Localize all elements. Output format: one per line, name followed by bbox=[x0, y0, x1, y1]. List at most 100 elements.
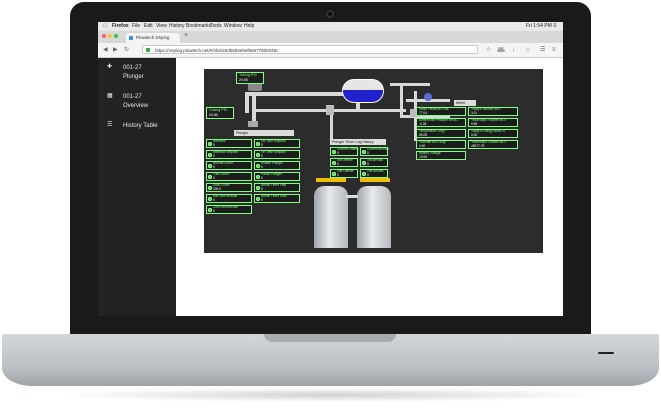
status-dot-icon bbox=[332, 150, 336, 154]
plunger-value: 0 bbox=[261, 186, 263, 191]
apple-menu-icon[interactable]:  bbox=[103, 22, 107, 31]
new-tab-button[interactable]: + bbox=[184, 32, 188, 39]
storage-tank-icon bbox=[357, 186, 391, 248]
status-dot-icon bbox=[256, 197, 260, 201]
menu-help[interactable]: Help bbox=[244, 22, 254, 31]
menu-file[interactable]: File bbox=[132, 22, 140, 31]
status-dot-icon bbox=[256, 186, 260, 190]
meter-cell: Today's Volume MCF 3.01 bbox=[468, 107, 518, 116]
reload-icon[interactable]: ↻ bbox=[124, 46, 129, 54]
meter-cell: Yesterday's Volume MCF 49677.79 bbox=[468, 140, 518, 149]
plunger-value: 0 bbox=[213, 142, 215, 147]
back-icon[interactable]: ◀ bbox=[103, 46, 108, 54]
plunger-label: Afterflow Setpoint bbox=[213, 150, 238, 154]
plunger-label: Off Time Setpoint bbox=[261, 139, 286, 143]
sidebar-item-label: 001-27 bbox=[123, 65, 142, 71]
plunger-panel-title: Plunger bbox=[234, 130, 294, 136]
forward-icon[interactable]: ▶ bbox=[113, 46, 118, 54]
sidebar-item-sublabel: Overview bbox=[123, 103, 149, 109]
meter-value: 3.01 bbox=[471, 110, 478, 115]
separator-tank-icon bbox=[342, 79, 384, 103]
meter-value: 0.00 bbox=[471, 132, 478, 137]
plunger-value: 0 bbox=[213, 164, 215, 169]
meter-value: 13.06 bbox=[419, 154, 427, 159]
meter-cell: Today's Energy MMBTU 0.00 bbox=[468, 129, 518, 138]
plunger-value: 0 bbox=[261, 197, 263, 202]
log-cell: 3rd Offtime 0 bbox=[330, 158, 358, 167]
meter-cell: Static Pressure PSIa 77.04 bbox=[416, 107, 466, 116]
plunger-value: 226.0 bbox=[213, 186, 221, 191]
sidebar-item-label: 001-27 bbox=[123, 94, 142, 100]
menu-window[interactable]: Window bbox=[224, 22, 242, 31]
extension-icon[interactable]: ☰ bbox=[540, 46, 545, 54]
log-value: 0 bbox=[367, 161, 369, 166]
tubing-psi-readout: Tubing PSI 24.80 bbox=[236, 72, 264, 84]
meter-value: 0.69 bbox=[471, 121, 478, 126]
laptop-screen:  Firefox File Edit View History Bookmar… bbox=[98, 22, 563, 316]
casing-psi-label: Casing PSI bbox=[209, 108, 227, 112]
log-label: 2nd Offtime bbox=[337, 169, 354, 173]
log-cell: 2nd Arrivals 0 bbox=[360, 169, 388, 178]
log-label: Current Offtime bbox=[337, 147, 359, 151]
meter-icon bbox=[424, 93, 432, 101]
maximize-window-icon[interactable] bbox=[114, 34, 118, 38]
menu-app-name[interactable]: Firefox bbox=[112, 22, 129, 31]
url-bar[interactable]: https://onping.plowtech.net/#/nbe/263b6b… bbox=[142, 45, 505, 54]
status-dot-icon bbox=[362, 172, 366, 176]
plunger-value: 0 bbox=[261, 142, 263, 147]
menu-icon[interactable]: ≡ bbox=[552, 46, 556, 54]
plunger-value: 0 bbox=[213, 197, 215, 202]
meter-cell: Battery Voltage 13.06 bbox=[416, 151, 466, 160]
status-dot-icon bbox=[256, 175, 260, 179]
close-window-icon[interactable] bbox=[102, 34, 106, 38]
plunger-value: 0 bbox=[213, 175, 215, 180]
valve-icon bbox=[248, 121, 258, 127]
lock-icon bbox=[146, 48, 150, 52]
plunger-cell: Enable Plunger 0 bbox=[254, 161, 300, 170]
log-panel-title: Plunger Timer Log History bbox=[330, 139, 386, 145]
plunger-label: Normal Count bbox=[213, 161, 233, 165]
plunger-cell: Arrival Timer Fast 0 bbox=[254, 183, 300, 192]
url-text: https://onping.plowtech.net/#/nbe/263b6b… bbox=[155, 48, 279, 53]
status-dot-icon bbox=[256, 164, 260, 168]
log-value: 0 bbox=[337, 150, 339, 155]
reader-icon[interactable]: ▤ bbox=[498, 46, 504, 54]
menubar-list-icon[interactable]: ≡ bbox=[553, 22, 557, 31]
browser-tab[interactable]: Plowtech Dsping bbox=[126, 33, 180, 43]
menu-bookmarks[interactable]: Bookmarks bbox=[186, 22, 211, 31]
menu-edit[interactable]: Edit bbox=[144, 22, 153, 31]
browser-tab-bar: Plowtech Dsping + bbox=[98, 31, 563, 43]
plunger-label: Fast Count bbox=[213, 172, 229, 176]
casing-psi-value: 24.80 bbox=[209, 113, 218, 117]
tank-level-bar bbox=[316, 178, 346, 182]
plunger-value: 0 bbox=[261, 175, 263, 180]
star-icon[interactable]: ☆ bbox=[486, 46, 491, 54]
meter-value: 49677.79 bbox=[471, 143, 485, 148]
download-icon[interactable]: ↓ bbox=[512, 46, 515, 54]
plunger-value: 0 bbox=[213, 153, 215, 158]
tab-title: Plowtech Dsping bbox=[136, 35, 170, 40]
minimize-window-icon[interactable] bbox=[108, 34, 112, 38]
home-icon[interactable]: ⌂ bbox=[526, 46, 530, 54]
plunger-label: Arrival Timer Fast bbox=[261, 183, 286, 187]
meter-panel-title: Meter bbox=[454, 100, 476, 106]
pipe bbox=[346, 195, 358, 198]
tank-level-bar bbox=[360, 178, 390, 182]
plunger-icon: ✚ bbox=[107, 64, 113, 70]
menu-history[interactable]: History bbox=[169, 22, 185, 31]
plunger-value: 0 bbox=[213, 208, 215, 213]
laptop-shadow bbox=[50, 388, 611, 402]
menu-tools[interactable]: Tools bbox=[210, 22, 222, 31]
meter-value: 65.08 bbox=[419, 132, 427, 137]
plunger-cell: Normal Count 0 bbox=[206, 161, 252, 170]
plunger-label: Max Non Arrivals bbox=[213, 194, 238, 198]
plunger-cell: On Time Setpoint 0 bbox=[254, 150, 300, 159]
status-dot-icon bbox=[362, 161, 366, 165]
log-cell: Current Offtime 0 bbox=[330, 147, 359, 156]
log-cell: Current Arrivals 0 bbox=[360, 147, 389, 156]
plunger-label: Pause Plunger bbox=[261, 172, 282, 176]
pipe bbox=[245, 92, 249, 113]
menu-view[interactable]: View bbox=[156, 22, 167, 31]
meter-value: -0.28 bbox=[419, 121, 427, 126]
status-dot-icon bbox=[208, 142, 212, 146]
